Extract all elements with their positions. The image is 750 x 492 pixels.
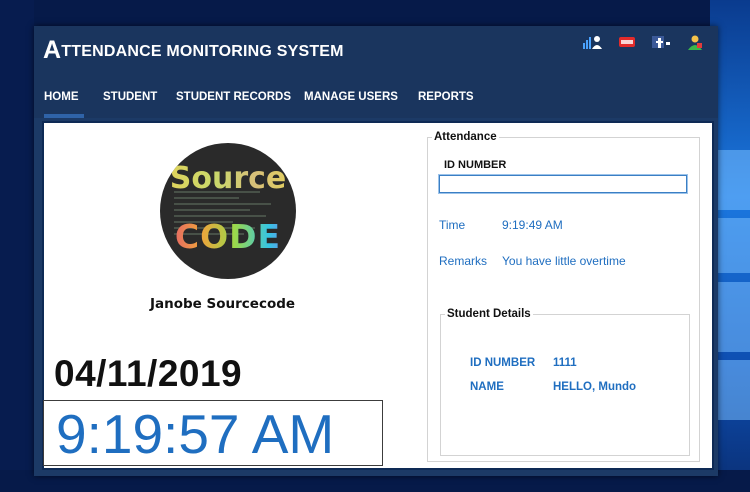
header-icons [570,34,706,50]
time-label: Time [439,218,466,232]
live-clock: 9:19:57 AM [43,400,383,466]
student-id-label: ID NUMBER [470,357,536,369]
youtube-icon[interactable] [616,34,638,50]
student-details-legend: Student Details [447,308,531,320]
current-date: 04/11/2019 [54,353,243,394]
app-window: A TTENDANCE MONITORING SYSTEM HOME STUDE… [34,26,718,476]
id-number-label: ID NUMBER [444,159,507,171]
stats-user-icon[interactable] [582,34,604,50]
attendance-group: Attendance ID NUMBER Time 9:19:49 AM Rem… [427,131,700,462]
owner-name: Janobe Sourcecode [150,296,296,312]
logo-word-code: CODE [160,217,296,256]
nav-reports[interactable]: REPORTS [418,82,474,112]
student-details-group: Student Details ID NUMBER 1111 NAME HELL… [440,308,690,456]
main-nav: HOME STUDENT STUDENT RECORDS MANAGE USER… [34,82,718,118]
id-number-input[interactable] [438,174,688,194]
home-panel: Source CODE Janobe Sourcecode 04/11/2019… [42,121,714,470]
user-admin-icon[interactable] [684,34,706,50]
app-title-initial: A [43,36,62,64]
remarks-value: You have little overtime [502,254,626,268]
nav-manage-users[interactable]: MANAGE USERS [304,82,398,112]
desktop-top-strip [0,0,750,26]
desktop-left-strip [0,0,34,492]
remarks-label: Remarks [439,254,488,268]
nav-student-records[interactable]: STUDENT RECORDS [176,82,291,112]
logo-word-source: Source [160,161,296,196]
facebook-icon[interactable] [650,34,672,50]
sourcecode-logo: Source CODE [160,143,296,279]
attendance-legend: Attendance [434,131,497,143]
nav-student[interactable]: STUDENT [103,82,157,112]
time-value: 9:19:49 AM [502,218,563,232]
student-id-value: 1111 [553,357,577,369]
student-name-label: NAME [470,381,504,393]
app-title: A TTENDANCE MONITORING SYSTEM [43,36,344,64]
app-header: A TTENDANCE MONITORING SYSTEM HOME STUDE… [34,26,718,118]
app-title-rest: TTENDANCE MONITORING SYSTEM [61,43,344,60]
student-name-value: HELLO, Mundo [553,381,637,393]
nav-home[interactable]: HOME [44,82,83,118]
